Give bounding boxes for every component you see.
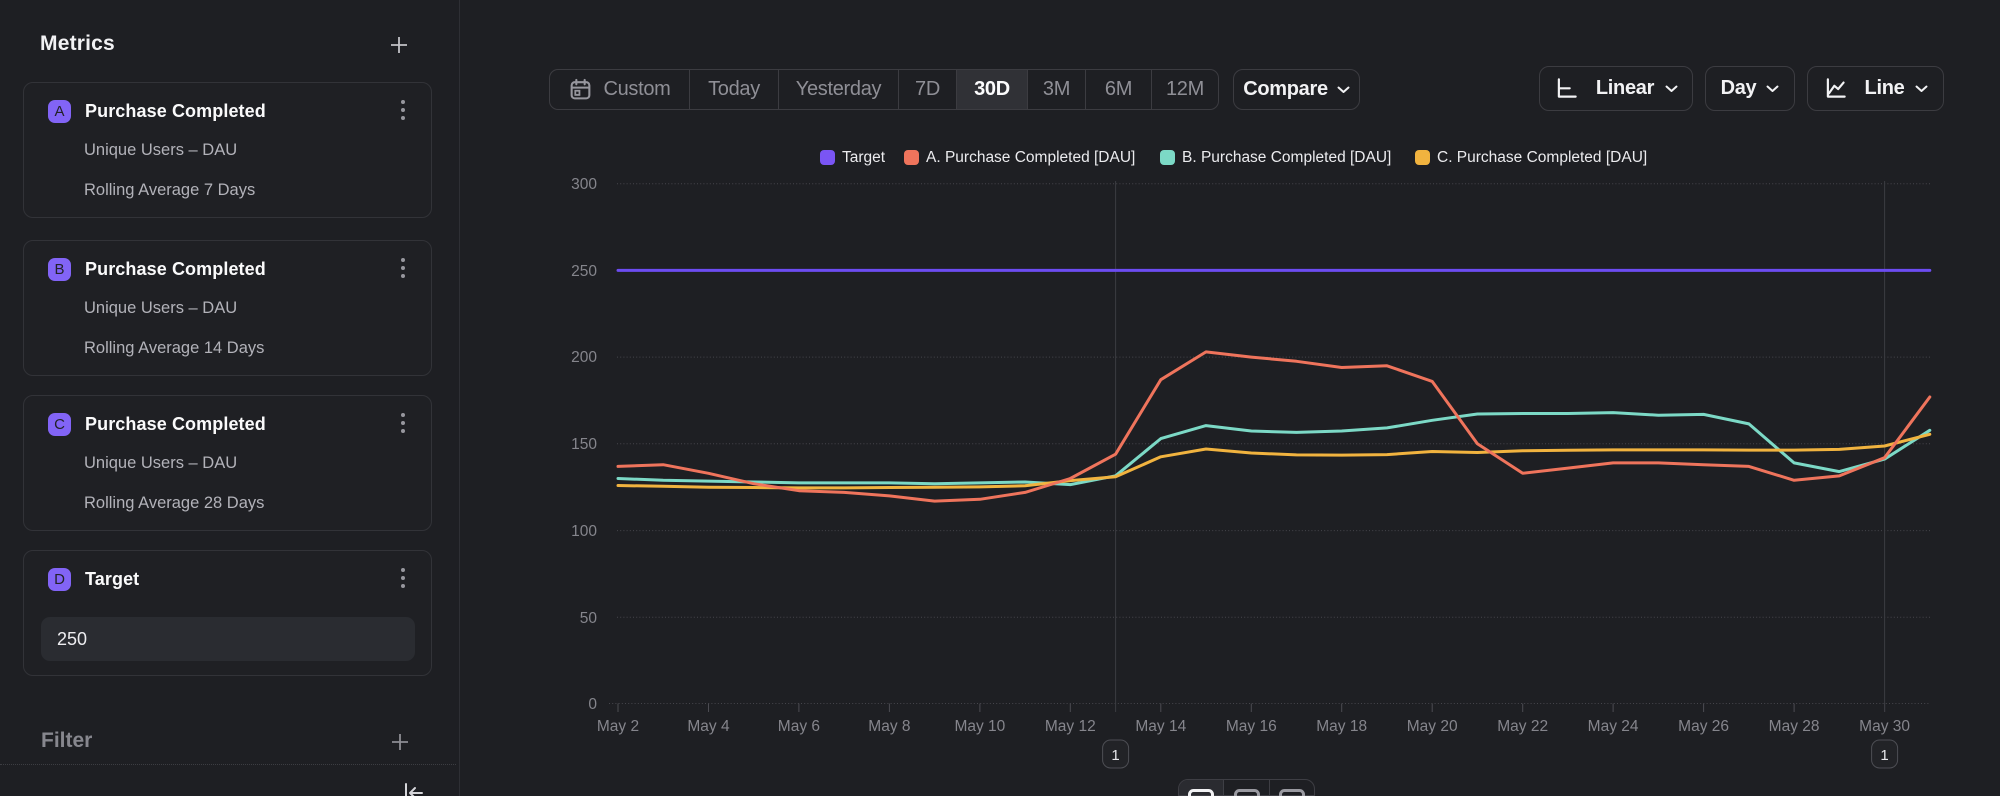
svg-text:1: 1 bbox=[1111, 747, 1119, 764]
svg-text:May 12: May 12 bbox=[1045, 718, 1096, 735]
svg-text:May 20: May 20 bbox=[1407, 718, 1458, 735]
svg-text:250: 250 bbox=[571, 263, 597, 280]
svg-text:May 6: May 6 bbox=[778, 718, 820, 735]
svg-text:200: 200 bbox=[571, 349, 597, 366]
svg-text:May 4: May 4 bbox=[687, 718, 730, 735]
svg-text:May 2: May 2 bbox=[597, 718, 639, 735]
svg-text:1: 1 bbox=[1880, 747, 1888, 764]
svg-text:May 30: May 30 bbox=[1859, 718, 1910, 735]
svg-text:300: 300 bbox=[571, 176, 597, 193]
svg-text:100: 100 bbox=[571, 523, 597, 540]
svg-text:May 18: May 18 bbox=[1316, 718, 1367, 735]
svg-text:May 24: May 24 bbox=[1588, 718, 1639, 735]
svg-text:May 10: May 10 bbox=[954, 718, 1005, 735]
svg-text:0: 0 bbox=[588, 696, 597, 713]
svg-text:150: 150 bbox=[571, 436, 597, 453]
svg-text:May 14: May 14 bbox=[1135, 718, 1186, 735]
svg-text:May 28: May 28 bbox=[1769, 718, 1820, 735]
svg-text:May 16: May 16 bbox=[1226, 718, 1277, 735]
svg-text:May 22: May 22 bbox=[1497, 718, 1548, 735]
svg-text:50: 50 bbox=[580, 610, 598, 627]
svg-text:May 8: May 8 bbox=[868, 718, 910, 735]
svg-text:May 26: May 26 bbox=[1678, 718, 1729, 735]
